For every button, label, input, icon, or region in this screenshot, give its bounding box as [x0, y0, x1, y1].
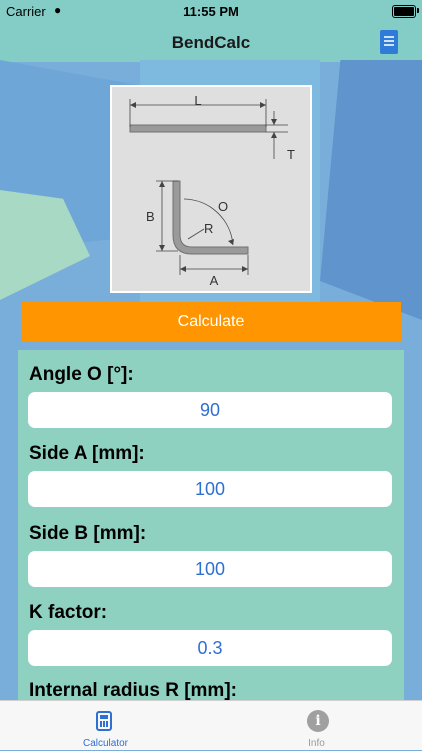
- input-form: Angle O [°]: 90 Side A [mm]: 100 Side B …: [18, 350, 404, 710]
- nav-title: BendCalc: [171, 33, 251, 52]
- status-time: 11:55 PM: [183, 4, 239, 19]
- angle-label: Angle O [°]:: [29, 364, 134, 385]
- k-factor-input[interactable]: 0.3: [28, 630, 392, 666]
- k-factor-label: K factor:: [29, 602, 108, 623]
- status-bar: Carrier ●︎ 11:55 PM: [0, 0, 422, 24]
- calculator-icon: [96, 711, 112, 731]
- calculate-button[interactable]: Calculate: [21, 302, 401, 342]
- tab-info-label: Info: [308, 738, 325, 749]
- side-b-label: Side B [mm]:: [29, 523, 147, 544]
- battery-icon: [392, 5, 416, 18]
- bend-diagram: L T B O R A: [110, 85, 312, 293]
- label-B: B: [146, 209, 155, 224]
- battery-cap: [417, 8, 419, 13]
- flat-sheet: [129, 124, 267, 133]
- side-b-input[interactable]: 100: [28, 551, 392, 587]
- bent-profile: [172, 180, 249, 255]
- info-icon: i: [307, 710, 329, 732]
- label-L: L: [194, 93, 201, 108]
- side-a-label: Side A [mm]:: [29, 443, 145, 464]
- tab-info[interactable]: i Info: [211, 701, 422, 751]
- internal-radius-label: Internal radius R [mm]:: [29, 680, 237, 701]
- background-shape-right: [320, 60, 422, 320]
- side-a-input[interactable]: 100: [28, 471, 392, 507]
- label-T: T: [287, 147, 295, 162]
- tab-bar: Calculator i Info: [0, 700, 422, 750]
- label-A: A: [210, 273, 219, 288]
- tab-calculator[interactable]: Calculator: [0, 701, 211, 751]
- book-icon[interactable]: [380, 30, 398, 54]
- label-O: O: [218, 199, 228, 214]
- tab-calculator-label: Calculator: [82, 738, 129, 749]
- angle-input[interactable]: 90: [28, 392, 392, 428]
- label-R: R: [204, 221, 213, 236]
